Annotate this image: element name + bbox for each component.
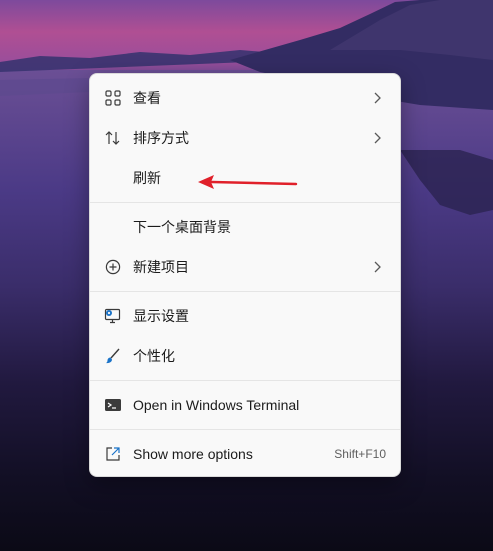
menu-item-label: 显示设置 [133, 308, 189, 324]
menu-item-label: 排序方式 [133, 130, 189, 146]
share-external-icon [103, 444, 123, 464]
menu-item-label: 查看 [133, 90, 161, 106]
menu-item-next-background[interactable]: 下一个桌面背景 [94, 209, 398, 245]
menu-item-label: Show more options [133, 446, 253, 462]
display-settings-icon [103, 306, 123, 326]
terminal-icon [103, 395, 123, 415]
chevron-right-icon [370, 259, 384, 275]
menu-divider [90, 380, 400, 381]
menu-item-new[interactable]: 新建项目 [94, 249, 398, 285]
desktop-context-menu: 查看 排序方式 刷新 下一个桌面背景 新建项目 显示设置 个性化 Open in… [89, 73, 401, 477]
menu-item-label: 下一个桌面背景 [133, 219, 231, 235]
menu-item-label: 新建项目 [133, 259, 189, 275]
menu-item-label: 刷新 [133, 170, 161, 186]
menu-divider [90, 291, 400, 292]
menu-divider [90, 202, 400, 203]
brush-icon [103, 346, 123, 366]
menu-item-label: 个性化 [133, 348, 175, 364]
chevron-right-icon [370, 130, 384, 146]
menu-item-display-settings[interactable]: 显示设置 [94, 298, 398, 334]
menu-item-sort-by[interactable]: 排序方式 [94, 120, 398, 156]
grid-icon [103, 88, 123, 108]
menu-item-open-terminal[interactable]: Open in Windows Terminal [94, 387, 398, 423]
sort-arrows-icon [103, 128, 123, 148]
menu-item-personalize[interactable]: 个性化 [94, 338, 398, 374]
menu-divider [90, 429, 400, 430]
menu-item-view[interactable]: 查看 [94, 80, 398, 116]
menu-item-show-more-options[interactable]: Show more options Shift+F10 [94, 436, 398, 472]
menu-item-refresh[interactable]: 刷新 [94, 160, 398, 196]
chevron-right-icon [370, 90, 384, 106]
plus-circle-icon [103, 257, 123, 277]
keyboard-shortcut: Shift+F10 [334, 447, 386, 461]
menu-item-label: Open in Windows Terminal [133, 397, 300, 413]
